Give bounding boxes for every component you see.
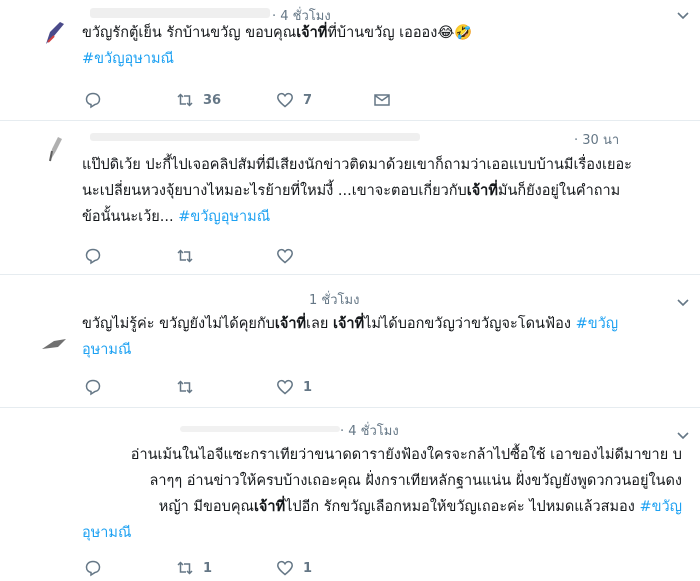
tweet-4[interactable]: · 4 ชั่วโมง อ่านเม้นในไอจีแซะกราเทียว่าข… (0, 408, 700, 581)
tweet-actions: 1 (84, 377, 404, 397)
like-icon (277, 560, 293, 576)
avatar[interactable] (40, 337, 70, 351)
hashtag-link[interactable]: #ขวัญ (639, 499, 682, 515)
like-button[interactable]: 1 (276, 558, 312, 578)
like-button[interactable]: 1 (276, 377, 312, 397)
retweet-button[interactable]: 1 (176, 558, 212, 578)
tweet-time[interactable]: · 4 ชั่วโมง (340, 420, 399, 441)
retweet-button[interactable]: 36 (176, 90, 221, 110)
retweet-icon (177, 561, 193, 575)
dm-icon (374, 94, 390, 106)
chevron-down-icon[interactable] (676, 295, 690, 309)
reply-button[interactable] (84, 377, 111, 397)
redacted-username (90, 8, 270, 18)
retweet-icon (177, 249, 193, 263)
like-icon (277, 379, 293, 395)
retweet-icon (177, 93, 193, 107)
tweet-2[interactable]: · 30 นา แป๊ปดิเว้ย ปะกี้ไปเจอคลิปสัมที่ม… (0, 121, 700, 274)
tweet-text-tail: อุษามณี (82, 520, 682, 546)
hashtag-link-continued[interactable]: อุษามณี (82, 342, 131, 358)
tweet-text: ขวัญไม่รู้ค่ะ ขวัญยังไม่ได้คุยกับเจ้าที่… (82, 316, 619, 358)
reply-button[interactable] (84, 558, 111, 578)
reply-button[interactable] (84, 246, 111, 266)
tweet-text: อ่านเม้นในไอจีแซะกราเทียว่าขนาดดารายังฟ้… (130, 447, 682, 515)
retweet-icon (177, 380, 193, 394)
avatar[interactable] (40, 18, 70, 48)
tweet-3[interactable]: 1 ชั่วโมง ขวัญไม่รู้ค่ะ ขวัญยังไม่ได้คุย… (0, 275, 700, 407)
tweet-time[interactable]: · 30 นา (574, 129, 619, 150)
avatar[interactable] (40, 133, 70, 163)
tweet-actions (84, 246, 404, 266)
dm-button[interactable] (373, 90, 391, 110)
tweet-actions: 1 1 (84, 558, 404, 578)
like-button[interactable]: 7 (276, 90, 312, 110)
chevron-down-icon[interactable] (676, 428, 690, 442)
reply-icon (85, 560, 101, 577)
redacted-username (90, 133, 420, 141)
hashtag-link[interactable]: #ขวัญอุษามณี (82, 51, 174, 67)
like-button[interactable] (276, 246, 303, 266)
reply-button[interactable] (84, 90, 111, 110)
reply-icon (85, 248, 101, 265)
reply-icon (85, 92, 101, 109)
tweet-actions: 36 7 (84, 90, 404, 110)
redacted-username (180, 426, 340, 432)
retweet-button[interactable] (176, 246, 203, 266)
tweet-time[interactable]: 1 ชั่วโมง (309, 289, 359, 310)
retweet-button[interactable] (176, 377, 203, 397)
hashtag-link-continued[interactable]: อุษามณี (82, 525, 131, 541)
tweet-text: แป๊ปดิเว้ย ปะกี้ไปเจอคลิปสัมที่มีเสียงนั… (82, 157, 632, 225)
tweet-1[interactable]: · 4 ชั่วโมง ขวัญรักตู้เย็น รักบ้านขวัญ ข… (0, 0, 700, 120)
hashtag-link[interactable]: #ขวัญ (576, 316, 619, 332)
like-icon (277, 92, 293, 108)
hashtag-link[interactable]: #ขวัญอุษามณี (178, 209, 270, 225)
tweet-text: ขวัญรักตู้เย็น รักบ้านขวัญ ขอบคุณเจ้าที่… (82, 25, 473, 67)
like-icon (277, 248, 293, 264)
reply-icon (85, 379, 101, 396)
